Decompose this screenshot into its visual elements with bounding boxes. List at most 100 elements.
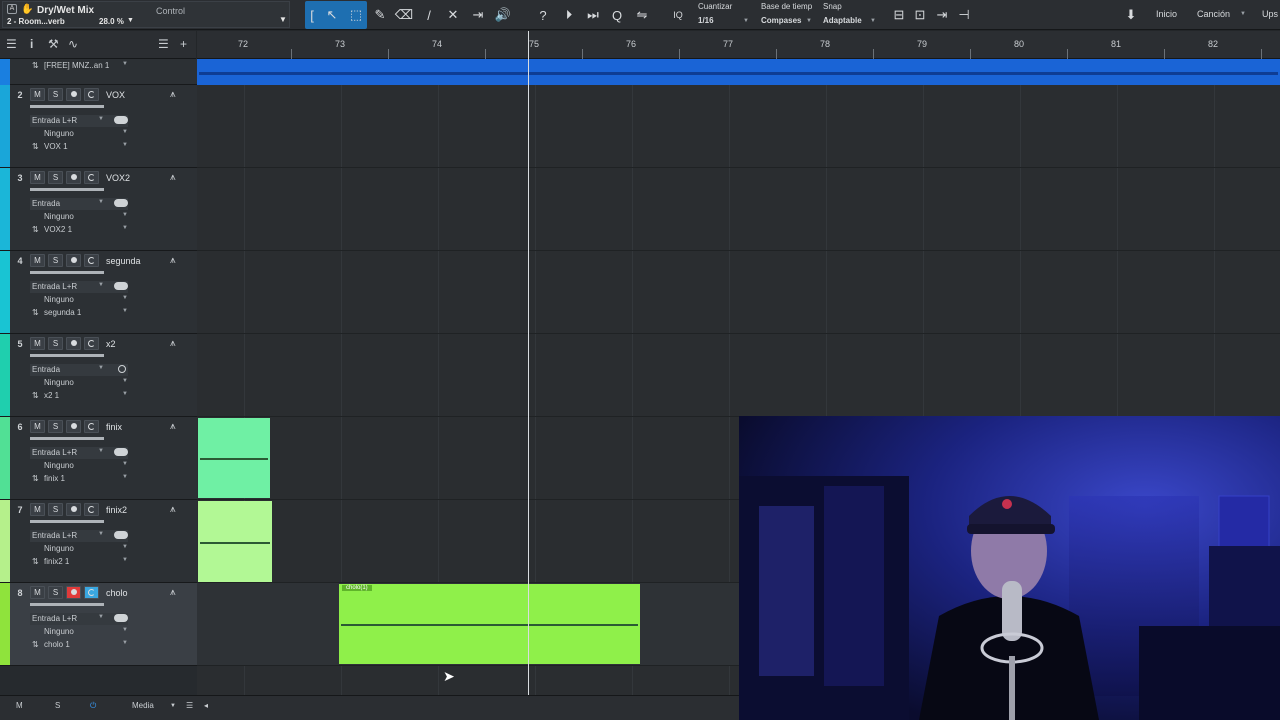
audio-event-cholo[interactable]: cholo(1) (339, 584, 640, 664)
chevron-down-icon[interactable]: ▼ (122, 378, 128, 384)
solo-all-button[interactable]: S (55, 701, 60, 710)
chevron-down-icon[interactable]: ▼ (122, 308, 128, 314)
chevron-down-icon[interactable]: ▼ (122, 461, 128, 467)
record-arm-button[interactable] (66, 503, 81, 516)
track-1[interactable]: ⇅ [FREE] MNZ..an 1 ▼ (0, 59, 197, 85)
track-lane[interactable] (197, 168, 1280, 251)
waveform-icon[interactable]: ⩚ (170, 421, 176, 432)
start-button[interactable]: Inicio (1156, 9, 1177, 19)
range-tool-icon[interactable]: ⬚ (345, 4, 367, 26)
monitor-button[interactable] (84, 420, 99, 433)
plugin-control-box[interactable]: A ✋ Dry/Wet Mix 2 - Room...verb 28.0 % ▼… (2, 1, 290, 28)
track-name[interactable]: VOX2 (106, 173, 130, 183)
transport-prev-icon[interactable]: ⏵ (558, 4, 580, 26)
mute-button[interactable]: M (30, 503, 45, 516)
bend-tool-icon[interactable]: ⇥ (467, 4, 489, 26)
monitor-button[interactable] (84, 171, 99, 184)
mute-tool-icon[interactable]: ✕ (442, 4, 464, 26)
track-name[interactable]: x2 (106, 339, 116, 349)
menu-icon[interactable]: ☰ (6, 37, 17, 51)
solo-button[interactable]: S (48, 171, 63, 184)
input-selector[interactable]: Entrada ▼ (30, 198, 128, 210)
playlist-selector[interactable]: ⇅ finix 1 ▼ (30, 473, 128, 485)
input-toggle[interactable] (114, 282, 128, 290)
track-lane[interactable] (197, 334, 1280, 417)
input-selector[interactable]: Entrada L+R ▼ (30, 613, 128, 625)
split-icon[interactable]: ⊣ (953, 4, 975, 26)
timeline-ruler[interactable]: 72 73 74 75 76 77 78 79 80 81 82 (197, 31, 1280, 59)
eraser-tool-icon[interactable]: ⌫ (393, 4, 415, 26)
chevron-down-icon[interactable]: ▼ (122, 212, 128, 218)
record-arm-button[interactable] (66, 88, 81, 101)
solo-button[interactable]: S (48, 254, 63, 267)
monitor-button[interactable] (84, 254, 99, 267)
playhead[interactable] (528, 31, 529, 695)
volume-fader[interactable] (30, 354, 104, 357)
playlist-selector[interactable]: ⇅ VOX2 1 ▼ (30, 224, 128, 236)
record-arm-button[interactable] (66, 254, 81, 267)
track-name[interactable]: VOX (106, 90, 125, 100)
timebase-value[interactable]: Compases (761, 16, 801, 25)
chevron-down-icon[interactable]: ▼ (98, 365, 104, 371)
link-icon[interactable]: A (7, 4, 17, 14)
track-2[interactable]: 2 M S VOX ⩚ Entrada L+R ▼ Ninguno ▼ ⇅ VOX 1 ▼ (0, 85, 197, 168)
solo-button[interactable]: S (48, 503, 63, 516)
waveform-icon[interactable]: ⩚ (170, 89, 176, 100)
chevron-down-icon[interactable]: ▼ (870, 18, 876, 24)
chevron-down-icon[interactable]: ▼ (743, 18, 749, 24)
output-selector[interactable]: Ninguno ▼ (30, 377, 128, 389)
input-selector[interactable]: Entrada L+R ▼ (30, 281, 128, 293)
record-arm-button[interactable] (66, 171, 81, 184)
list-icon[interactable]: ☰ (158, 37, 169, 51)
track-8[interactable]: 8 M Scholo ⩚ Entrada L+R ▼ Ninguno ▼ ⇅ cholo 1 ▼ (0, 583, 197, 666)
input-toggle[interactable] (114, 614, 128, 622)
chevron-down-icon[interactable]: ▼ (122, 129, 128, 135)
automation-icon[interactable]: ∿ (68, 37, 78, 51)
chevron-down-icon[interactable]: ▼ (279, 15, 287, 24)
monitor-button[interactable] (84, 586, 99, 599)
chevron-down-icon[interactable]: ▼ (122, 557, 128, 563)
plugin-percent[interactable]: 28.0 % (99, 17, 124, 26)
paint-tool-icon[interactable]: / (418, 4, 440, 26)
quantize-value[interactable]: 1/16 (698, 16, 714, 25)
solo-button[interactable]: S (48, 88, 63, 101)
playlist-selector[interactable]: ⇅ cholo 1 ▼ (30, 639, 128, 651)
song-button[interactable]: Canción (1197, 9, 1230, 19)
input-toggle[interactable] (114, 116, 128, 124)
chevron-down-icon[interactable]: ▼ (122, 544, 128, 550)
snap-value[interactable]: Adaptable (823, 16, 862, 25)
output-selector[interactable]: Ninguno ▼ (30, 460, 128, 472)
chevron-down-icon[interactable]: ▼ (98, 199, 104, 205)
track-lane[interactable] (197, 85, 1280, 168)
chevron-down-icon[interactable]: ▼ (98, 282, 104, 288)
audio-event-finix2[interactable] (198, 501, 272, 582)
output-selector[interactable]: Ninguno ▼ (30, 211, 128, 223)
chevron-down-icon[interactable]: ▼ (98, 531, 104, 537)
monitor-button[interactable] (84, 337, 99, 350)
waveform-icon[interactable]: ⩚ (170, 172, 176, 183)
solo-button[interactable]: S (48, 586, 63, 599)
solo-button[interactable]: S (48, 337, 63, 350)
volume-fader[interactable] (30, 603, 104, 606)
track-5[interactable]: 5 M Sx2 ⩚ Entrada ▼ Ninguno ▼ ⇅ x2 1 ▼ (0, 334, 197, 417)
output-selector[interactable]: Ninguno ▼ (30, 128, 128, 140)
playlist-selector[interactable]: ⇅ finix2 1 ▼ (30, 556, 128, 568)
track-name[interactable]: finix2 (106, 505, 127, 515)
chevron-down-icon[interactable]: ▼ (122, 142, 128, 148)
chevron-down-icon[interactable]: ▼ (98, 116, 104, 122)
track-4[interactable]: 4 M Ssegunda ⩚ Entrada L+R ▼ Ninguno ▼ ⇅ segunda … (0, 251, 197, 334)
volume-fader[interactable] (30, 520, 104, 523)
input-toggle[interactable] (114, 199, 128, 207)
output-selector[interactable]: Ninguno ▼ (30, 626, 128, 638)
record-arm-button[interactable] (66, 420, 81, 433)
waveform-icon[interactable]: ⩚ (170, 587, 176, 598)
chevron-down-icon[interactable]: ▼ (122, 640, 128, 646)
track-name[interactable]: cholo (106, 588, 128, 598)
chevron-down-icon[interactable]: ▼ (122, 295, 128, 301)
mute-button[interactable]: M (30, 88, 45, 101)
chevron-down-icon[interactable]: ▼ (122, 627, 128, 633)
chevron-down-icon[interactable]: ▼ (806, 18, 812, 24)
mute-all-button[interactable]: M (16, 701, 23, 710)
playlist-selector[interactable]: ⇅ segunda 1 ▼ (30, 307, 128, 319)
loop-icon[interactable]: ⇋ (631, 4, 653, 26)
